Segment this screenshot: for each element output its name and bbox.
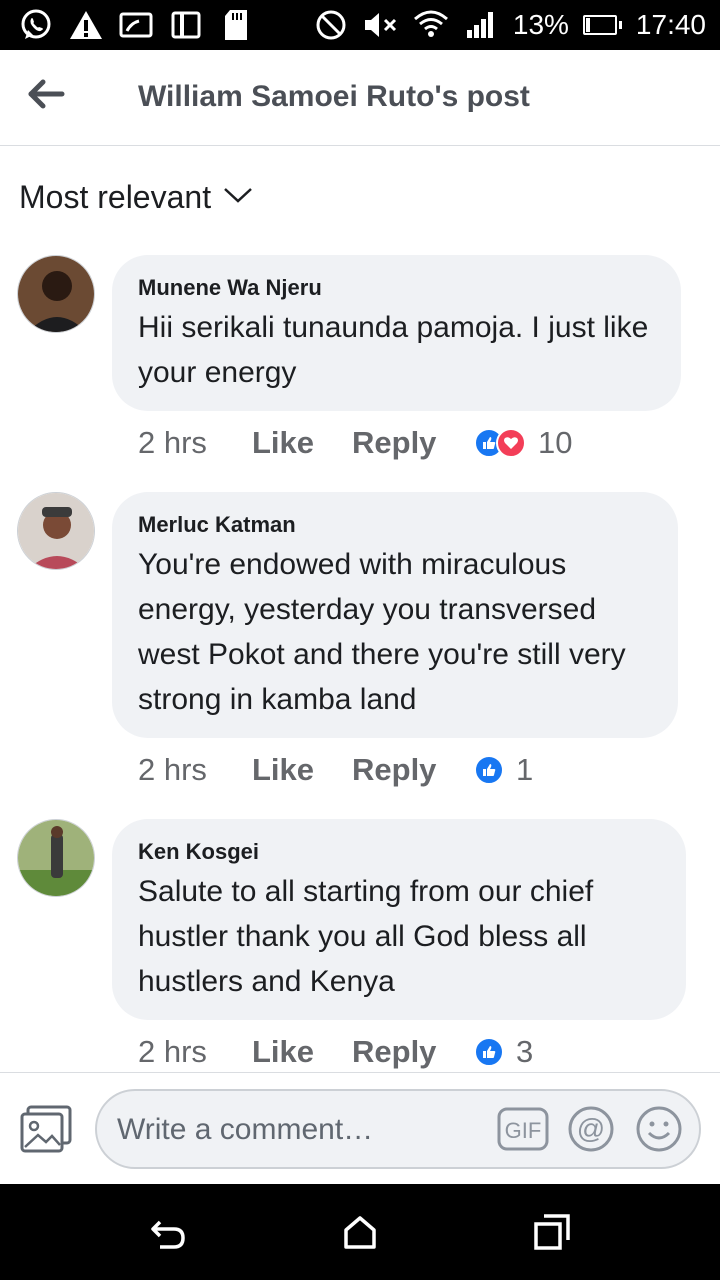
comment-author[interactable]: Ken Kosgei [138, 837, 660, 867]
like-button[interactable]: Like [252, 752, 352, 788]
sort-label: Most relevant [19, 179, 212, 215]
mute-icon [363, 7, 399, 43]
recent-apps-icon[interactable] [532, 1212, 572, 1252]
battery-icon [582, 15, 622, 35]
love-reaction-icon [496, 428, 526, 458]
status-bar: 13% 17:40 [0, 0, 720, 50]
comment-bubble[interactable]: Munene Wa Njeru Hii serikali tunaunda pa… [112, 255, 681, 411]
back-arrow-icon[interactable] [26, 78, 66, 110]
reply-button[interactable]: Reply [352, 425, 460, 461]
comment-time: 2 hrs [138, 1034, 207, 1069]
cast-icon [118, 7, 154, 43]
reactions[interactable] [474, 428, 526, 458]
avatar[interactable] [17, 255, 95, 333]
comment-time: 2 hrs [138, 752, 207, 787]
reaction-count[interactable]: 1 [516, 752, 533, 788]
chevron-down-icon [223, 186, 253, 209]
like-reaction-icon [474, 1037, 504, 1067]
page-title: William Samoei Ruto's post [138, 80, 530, 113]
device-icon [168, 7, 204, 43]
like-reaction-icon [474, 755, 504, 785]
comment-composer: Write a comment… GIF @ [0, 1072, 720, 1184]
emoji-icon[interactable] [633, 1105, 685, 1153]
battery-percent: 13% [512, 9, 569, 40]
mention-icon[interactable]: @ [565, 1105, 617, 1153]
like-button[interactable]: Like [252, 425, 352, 461]
signal-icon [463, 7, 499, 43]
comment-author[interactable]: Merluc Katman [138, 510, 652, 540]
comment-text: Hii serikali tunaunda pamoja. I just lik… [138, 311, 649, 389]
post-header: William Samoei Ruto's post [0, 50, 720, 146]
svg-text:GIF: GIF [505, 1118, 542, 1143]
avatar[interactable] [17, 492, 95, 570]
home-icon[interactable] [340, 1212, 380, 1252]
comment-bubble[interactable]: Merluc Katman You're endowed with miracu… [112, 492, 678, 738]
comment-bubble[interactable]: Ken Kosgei Salute to all starting from o… [112, 819, 686, 1020]
comment-placeholder: Write a comment… [117, 1113, 374, 1146]
comment-text: Salute to all starting from our chief hu… [138, 875, 594, 998]
like-button[interactable]: Like [252, 1034, 352, 1070]
reply-button[interactable]: Reply [352, 752, 460, 788]
reply-button[interactable]: Reply [352, 1034, 460, 1070]
comment-actions: 2 hrs Like Reply 1 [138, 752, 533, 788]
wifi-icon [413, 7, 449, 43]
comment-actions: 2 hrs Like Reply 3 [138, 1034, 533, 1070]
reactions[interactable] [474, 1037, 504, 1067]
sort-dropdown[interactable]: Most relevant [19, 179, 253, 216]
comment-author[interactable]: Munene Wa Njeru [138, 273, 655, 303]
system-nav-bar [0, 1184, 720, 1280]
comment-time: 2 hrs [138, 425, 207, 460]
comment-input[interactable]: Write a comment… GIF @ [95, 1089, 701, 1169]
reactions[interactable] [474, 755, 504, 785]
photo-icon[interactable] [20, 1105, 72, 1153]
back-icon[interactable] [148, 1212, 188, 1252]
reaction-count[interactable]: 10 [538, 425, 572, 461]
gif-icon[interactable]: GIF [497, 1105, 549, 1153]
clock: 17:40 [635, 9, 706, 40]
whatsapp-icon [18, 7, 54, 43]
comment-text: You're endowed with miraculous energy, y… [138, 548, 626, 716]
svg-text:@: @ [577, 1113, 605, 1144]
avatar[interactable] [17, 819, 95, 897]
do-not-disturb-icon [313, 7, 349, 43]
warning-icon [68, 7, 104, 43]
reaction-count[interactable]: 3 [516, 1034, 533, 1070]
comment-actions: 2 hrs Like Reply 10 [138, 425, 572, 461]
sd-card-icon [218, 7, 254, 43]
